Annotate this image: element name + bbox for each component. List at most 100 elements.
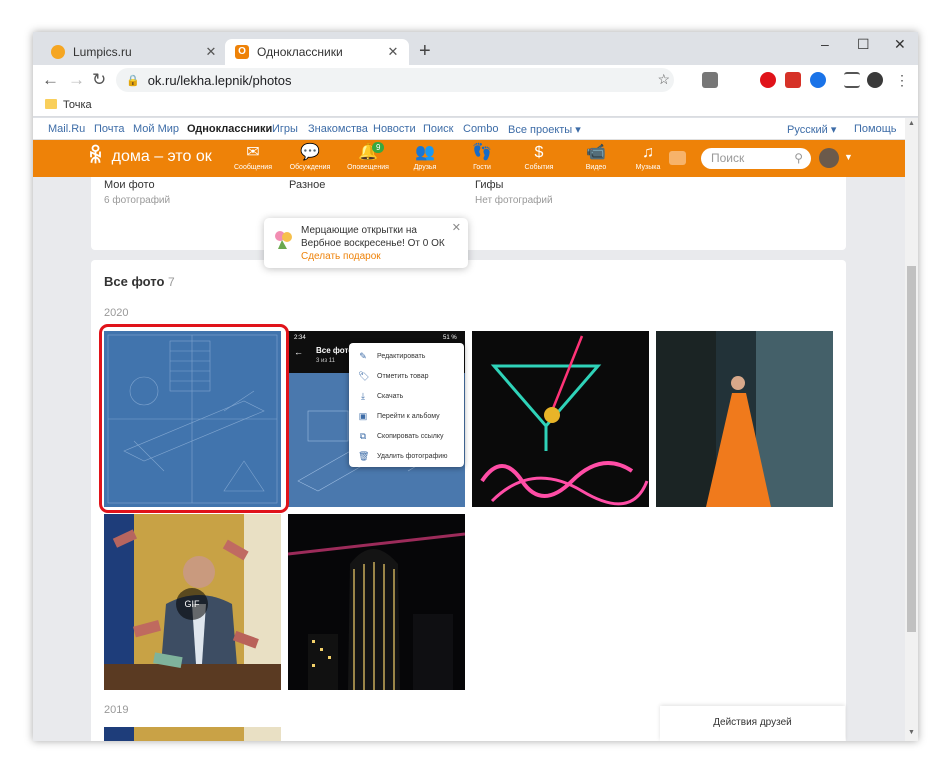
folder-icon xyxy=(45,99,57,109)
download-icon: ⤓ xyxy=(361,390,365,401)
lumpics-favicon-icon xyxy=(51,45,65,59)
language-dropdown[interactable]: Русский ▾ xyxy=(787,123,836,136)
portal-link[interactable]: Игры xyxy=(272,123,298,135)
scrollbar-thumb[interactable] xyxy=(907,266,916,632)
album-count: Нет фотографий xyxy=(475,195,553,206)
photo-gif-man[interactable]: GIF xyxy=(104,514,281,690)
url-text[interactable]: ok.ru/lekha.lepnik/photos xyxy=(148,73,292,88)
nav-video[interactable]: 📹 Видео xyxy=(572,143,620,172)
portal-link[interactable]: Поиск xyxy=(423,123,453,135)
menu-item-delete-photo[interactable]: 🗑 Удалить фотографию xyxy=(349,446,464,466)
portal-link[interactable]: Мой Мир xyxy=(133,123,179,135)
portal-link[interactable]: Новости xyxy=(373,123,416,135)
close-icon[interactable]: ✕ xyxy=(452,221,461,234)
bookmarks-bar: Точка xyxy=(33,95,918,117)
bookmark-star-icon[interactable]: ☆ xyxy=(657,71,670,88)
nav-label: Обсуждения xyxy=(289,164,331,171)
menu-dots-icon[interactable]: ⋮ xyxy=(895,70,909,90)
help-link[interactable]: Помощь xyxy=(854,123,897,135)
nav-notifications[interactable]: 🔔 9 Оповещения xyxy=(344,142,392,172)
nav-label: События xyxy=(524,164,554,171)
page-viewport: Mail.Ru Почта Мой Мир Одноклассники Игры… xyxy=(33,118,918,741)
page-scrollbar[interactable]: ▲ ▼ xyxy=(905,118,918,741)
portal-link[interactable]: Combo xyxy=(463,123,498,135)
forward-arrow-icon[interactable]: → xyxy=(68,70,85,90)
album-gifs[interactable]: Гифы Нет фотографий xyxy=(475,179,553,206)
nav-events[interactable]: $ События xyxy=(515,143,563,172)
portal-link[interactable]: Почта xyxy=(94,123,125,135)
tab-close-icon[interactable]: ✕ xyxy=(385,44,401,60)
lock-icon: 🔒 xyxy=(126,74,140,87)
album-my-photos[interactable]: Мои фото 6 фотографий xyxy=(104,179,170,206)
browser-window: Lumpics.ru ✕ O Одноклассники ✕ + – ☐ ✕ ←… xyxy=(33,32,918,741)
globe-extension-icon[interactable] xyxy=(810,72,826,88)
nav-discussions[interactable]: 💬 Обсуждения xyxy=(286,143,334,172)
bookmark-tochka[interactable]: Точка xyxy=(63,99,92,111)
new-tab-button[interactable]: + xyxy=(419,41,431,61)
scroll-down-icon[interactable]: ▼ xyxy=(908,729,915,736)
opera-vpn-icon[interactable] xyxy=(760,72,776,88)
menu-item-download[interactable]: ⤓ Скачать xyxy=(349,386,464,406)
back-arrow-icon[interactable]: ← xyxy=(42,70,59,90)
maximize-button[interactable]: ☐ xyxy=(857,36,870,53)
menu-item-label: Отметить товар xyxy=(377,372,429,380)
albums-card: Мои фото 6 фотографий Разное Гифы Нет фо… xyxy=(91,177,846,250)
music-play-icon[interactable] xyxy=(669,151,686,165)
tab-close-icon[interactable]: ✕ xyxy=(203,44,219,60)
events-coin-icon: $ xyxy=(534,144,544,161)
ok-extension-icon[interactable] xyxy=(785,72,801,88)
portal-link[interactable]: Знакомства xyxy=(308,123,368,135)
profile-avatar[interactable] xyxy=(867,72,883,88)
album-count: 6 фотографий xyxy=(104,195,171,206)
footprints-icon: 👣 xyxy=(472,144,492,161)
nav-friends[interactable]: 👥 Друзья xyxy=(401,143,449,172)
browser-toolbar: ← → ↻ 🔒 ok.ru/lekha.lepnik/photos ☆ ⋮ xyxy=(33,65,918,95)
tab-title: Lumpics.ru xyxy=(73,45,132,59)
menu-item-label: Скачать xyxy=(377,392,404,400)
photo-night-tower[interactable] xyxy=(288,514,465,690)
tab-strip: Lumpics.ru ✕ O Одноклассники ✕ + – ☐ ✕ xyxy=(33,32,918,65)
make-gift-link[interactable]: Сделать подарок xyxy=(301,251,381,262)
menu-item-tag-product[interactable]: 🏷 Отметить товар xyxy=(349,366,464,386)
woman-waterfall-image xyxy=(656,331,833,507)
album-name: Гифы xyxy=(475,179,504,191)
album-misc[interactable]: Разное xyxy=(289,179,325,195)
menu-item-label: Редактировать xyxy=(377,352,426,360)
reading-list-icon[interactable] xyxy=(844,72,860,88)
menu-item-copy-link[interactable]: ⧉ Скопировать ссылку xyxy=(349,426,464,446)
close-window-button[interactable]: ✕ xyxy=(894,36,906,53)
user-avatar[interactable] xyxy=(819,148,839,168)
portal-link[interactable]: Mail.Ru xyxy=(48,123,85,135)
photo-2019-image xyxy=(104,727,281,741)
chevron-down-icon[interactable]: ▼ xyxy=(844,152,853,162)
all-projects-dropdown[interactable]: Все проекты ▾ xyxy=(508,123,581,136)
friends-actions-panel[interactable]: Действия друзей xyxy=(660,706,845,741)
portal-link-current[interactable]: Одноклассники xyxy=(187,123,272,135)
photo-2019[interactable] xyxy=(104,727,281,741)
photo-cocktails[interactable] xyxy=(472,331,649,507)
video-camera-icon: 📹 xyxy=(586,144,606,161)
ok-search-input[interactable]: Поиск ⚲ xyxy=(701,148,811,169)
minimize-button[interactable]: – xyxy=(821,36,829,52)
tab-lumpics[interactable]: Lumpics.ru ✕ xyxy=(41,39,227,65)
menu-item-edit[interactable]: ✎ Редактировать xyxy=(349,346,464,366)
scroll-up-icon[interactable]: ▲ xyxy=(908,120,915,127)
nav-music[interactable]: ♫ Музыка xyxy=(624,143,672,172)
nav-messages[interactable]: ✉ Сообщения xyxy=(229,143,277,172)
search-icon[interactable]: ⚲ xyxy=(794,148,803,169)
menu-item-go-to-album[interactable]: ▣ Перейти к альбому xyxy=(349,406,464,426)
tag-icon: 🏷 xyxy=(358,370,370,381)
reload-icon[interactable]: ↻ xyxy=(92,70,106,90)
nav-label: Гости xyxy=(473,164,491,171)
bell-icon: 🔔 xyxy=(358,144,378,161)
year-label-2019: 2019 xyxy=(104,704,129,716)
nav-guests[interactable]: 👣 Гости xyxy=(458,143,506,172)
selection-highlight xyxy=(99,324,289,513)
nav-label: Сообщения xyxy=(234,164,272,171)
gif-badge: GIF xyxy=(176,588,208,620)
extension-puzzle-icon[interactable] xyxy=(702,72,718,88)
address-bar[interactable]: 🔒 ok.ru/lekha.lepnik/photos ☆ xyxy=(116,68,674,92)
tab-odnoklassniki[interactable]: O Одноклассники ✕ xyxy=(225,39,409,65)
photo-woman-dress[interactable] xyxy=(656,331,833,507)
ok-logo[interactable]: ꆜ дома – это ок xyxy=(88,147,212,167)
